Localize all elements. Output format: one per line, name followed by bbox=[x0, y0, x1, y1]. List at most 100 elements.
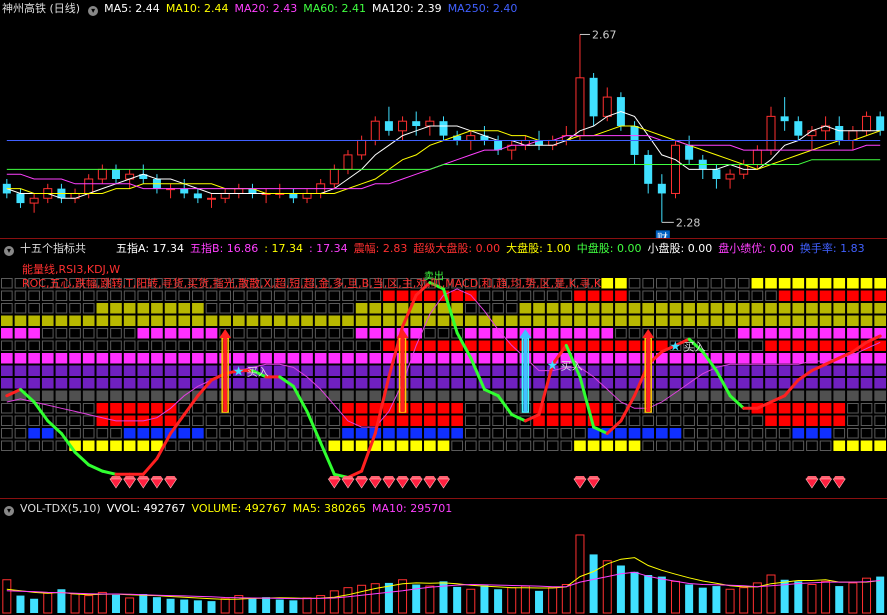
candle-body bbox=[766, 115, 776, 151]
diamond-icon bbox=[423, 478, 437, 489]
empty-cell bbox=[260, 290, 272, 301]
signal-cell bbox=[546, 403, 559, 414]
empty-cell bbox=[478, 428, 491, 439]
signal-cell bbox=[669, 303, 682, 314]
signal-cell bbox=[560, 403, 573, 414]
empty-cell bbox=[219, 415, 231, 426]
signal-cell bbox=[505, 390, 518, 401]
volume-panel[interactable]: ▾ VOL-TDX(5,10) VVOL: 492767 VOLUME: 492767… bbox=[0, 500, 887, 615]
empty-cell bbox=[287, 303, 300, 314]
signal-cell bbox=[546, 328, 559, 339]
empty-cell bbox=[41, 303, 54, 314]
signal-cell bbox=[369, 390, 382, 401]
signal-cell bbox=[642, 315, 655, 326]
empty-cell bbox=[710, 278, 723, 289]
signal-cell bbox=[273, 315, 286, 326]
signal-cell bbox=[874, 365, 886, 376]
indicator-panel[interactable]: ★ 买入 ★ 买入 ★ 买入 卖出 ▾ 十五个指标共 五指A: 17.34 五指B: 16.86:… bbox=[0, 240, 887, 498]
signal-cell bbox=[328, 390, 341, 401]
empty-cell bbox=[710, 440, 723, 451]
signal-cell bbox=[601, 415, 614, 426]
signal-cell bbox=[28, 365, 40, 376]
signal-cell bbox=[369, 328, 382, 339]
signal-cell bbox=[96, 315, 109, 326]
signal-cell bbox=[383, 303, 395, 314]
candle-body bbox=[220, 192, 230, 199]
signal-cell bbox=[410, 315, 423, 326]
signal-cell bbox=[574, 315, 586, 326]
signal-cell bbox=[683, 365, 695, 376]
signal-cell bbox=[601, 378, 614, 389]
signal-cell bbox=[874, 303, 886, 314]
empty-cell bbox=[14, 290, 27, 301]
ma-label-3: MA60: 2.41 bbox=[303, 2, 366, 15]
signal-cell bbox=[342, 403, 354, 414]
signal-cell bbox=[792, 290, 805, 301]
empty-cell bbox=[751, 440, 764, 451]
signal-cell bbox=[287, 315, 300, 326]
price-chart[interactable]: 2.67 2.28 财 bbox=[0, 0, 887, 238]
signal-cell bbox=[355, 315, 368, 326]
candle-body bbox=[862, 115, 872, 132]
panel-divider[interactable] bbox=[0, 238, 887, 239]
empty-cell bbox=[246, 403, 259, 414]
panel-divider[interactable] bbox=[0, 498, 887, 499]
signal-cell bbox=[437, 415, 450, 426]
signal-cell bbox=[587, 353, 600, 364]
signal-cell bbox=[601, 278, 614, 289]
diamond-icon bbox=[832, 478, 846, 489]
signal-cell bbox=[819, 340, 832, 351]
signal-cell bbox=[874, 378, 886, 389]
diamond-top-icon bbox=[573, 476, 586, 479]
signal-cell bbox=[533, 328, 545, 339]
signal-cell bbox=[628, 303, 641, 314]
signal-cell bbox=[792, 365, 805, 376]
signal-cell bbox=[1, 378, 13, 389]
signal-cell bbox=[601, 290, 614, 301]
empty-cell bbox=[260, 403, 272, 414]
signal-cell bbox=[710, 390, 723, 401]
settings-circle-icon[interactable]: ▾ bbox=[4, 506, 14, 516]
signal-cell bbox=[151, 378, 163, 389]
signal-cell bbox=[410, 390, 423, 401]
signal-cell bbox=[792, 315, 805, 326]
diamond-top-icon bbox=[123, 476, 136, 479]
empty-cell bbox=[301, 428, 313, 439]
volume-bar bbox=[425, 585, 435, 614]
empty-cell bbox=[533, 440, 545, 451]
signal-cell bbox=[806, 303, 818, 314]
signal-cell bbox=[710, 315, 723, 326]
volume-bar bbox=[207, 601, 216, 613]
signal-cell bbox=[151, 328, 163, 339]
empty-cell bbox=[314, 328, 327, 339]
candle-body bbox=[685, 145, 694, 160]
price-panel[interactable]: 2.67 2.28 财 神州高铁 (日线) ▾ MA5: 2.44 MA10: 2.44 M… bbox=[0, 0, 887, 238]
signal-cell bbox=[96, 390, 109, 401]
empty-cell bbox=[123, 340, 136, 351]
signal-cell bbox=[137, 378, 150, 389]
settings-circle-icon[interactable]: ▾ bbox=[88, 6, 99, 16]
candle-body bbox=[29, 197, 39, 204]
signal-cell bbox=[424, 428, 436, 439]
empty-cell bbox=[710, 415, 723, 426]
signal-cell bbox=[560, 315, 573, 326]
settings-circle-icon[interactable]: ▾ bbox=[4, 246, 14, 256]
signal-cell bbox=[833, 290, 846, 301]
signal-cell bbox=[28, 428, 40, 439]
volume-bar bbox=[398, 579, 408, 614]
volume-bar bbox=[725, 588, 735, 614]
candle-body bbox=[207, 197, 217, 200]
empty-cell bbox=[696, 290, 709, 301]
empty-cell bbox=[260, 303, 272, 314]
signal-cell bbox=[628, 340, 641, 351]
diamond-icon bbox=[587, 478, 601, 489]
empty-cell bbox=[82, 340, 95, 351]
volume-bar bbox=[30, 598, 39, 613]
empty-cell bbox=[656, 290, 668, 301]
volume-bar bbox=[698, 587, 707, 613]
signal-cell bbox=[464, 378, 477, 389]
empty-cell bbox=[724, 428, 736, 439]
signal-cell bbox=[628, 353, 641, 364]
empty-cell bbox=[642, 290, 655, 301]
signal-cell bbox=[205, 365, 218, 376]
